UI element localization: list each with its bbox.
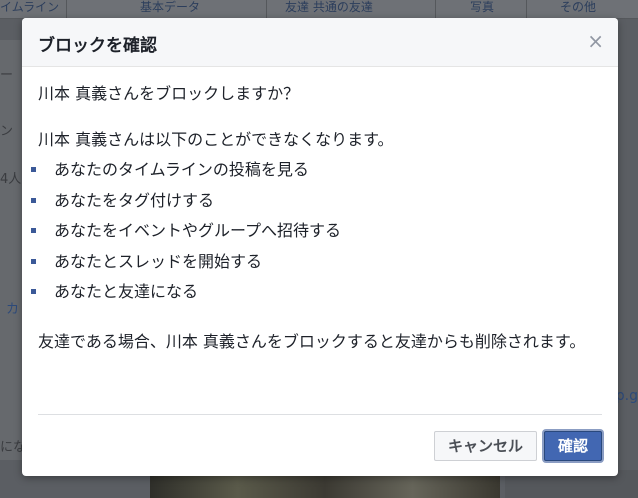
bullet-icon (31, 167, 36, 172)
dialog-body: 川本 真義さんをブロックしますか？ 川本 真義さんは以下のことができなくなります… (22, 67, 618, 354)
block-confirm-dialog: ブロックを確認 × 川本 真義さんをブロックしますか？ 川本 真義さんは以下のこ… (22, 18, 618, 476)
bullet-icon (31, 258, 36, 264)
list-item: あなたと友達になる (31, 281, 602, 312)
close-icon[interactable]: × (587, 31, 604, 51)
dialog-title: ブロックを確認 (38, 36, 157, 56)
restriction-text: あなたのタイムラインの投稿を見る (54, 160, 309, 179)
background-right-link: p.g (615, 388, 638, 404)
restriction-text: あなたをタグ付けする (54, 190, 215, 210)
restrictions-list: あなたのタイムラインの投稿を見る あなたをタグ付けする あなたをイベントやグルー… (31, 159, 602, 312)
restrictions-lead: 川本 真義さんは以下のことができなくなります。 (38, 130, 394, 149)
background-left-column (0, 40, 22, 460)
dialog-header: ブロックを確認 × (22, 18, 618, 67)
list-item: あなたのタイムラインの投稿を見る (31, 159, 602, 190)
list-item: あなたをイベントやグループへ招待する (31, 220, 602, 251)
background-left-link: カ (6, 302, 20, 317)
unfriend-note: 友達である場合、川本 真義さんをブロックすると友達からも削除されます。 (38, 331, 586, 351)
background-tab-timeline: イムライン (0, 0, 67, 18)
list-item: あなたとスレッドを開始する (31, 251, 602, 282)
restriction-text: あなたと友達になる (54, 282, 199, 301)
confirm-button[interactable]: 確認 (544, 431, 602, 461)
block-question: 川本 真義さんをブロックしますか？ (38, 84, 300, 103)
background-left-text: ー (0, 68, 14, 83)
restriction-text: あなたとスレッドを開始する (54, 251, 263, 271)
background-tab-about: 基本データ (140, 0, 267, 18)
cancel-button[interactable]: キャンセル (434, 431, 537, 461)
background-left-text: ン (0, 124, 14, 139)
background-tab-friends: 友達 共通の友達 (285, 0, 436, 18)
bullet-icon (31, 197, 36, 203)
background-left-text: 4人 (0, 172, 22, 187)
footer-divider (38, 414, 602, 415)
list-item: あなたをタグ付けする (31, 190, 602, 221)
background-tab-more: その他 (560, 0, 638, 18)
restriction-text: あなたをイベントやグループへ招待する (54, 221, 342, 240)
bullet-icon (31, 228, 36, 233)
background-tab-photos: 写真 (470, 0, 527, 18)
bullet-icon (31, 289, 36, 294)
